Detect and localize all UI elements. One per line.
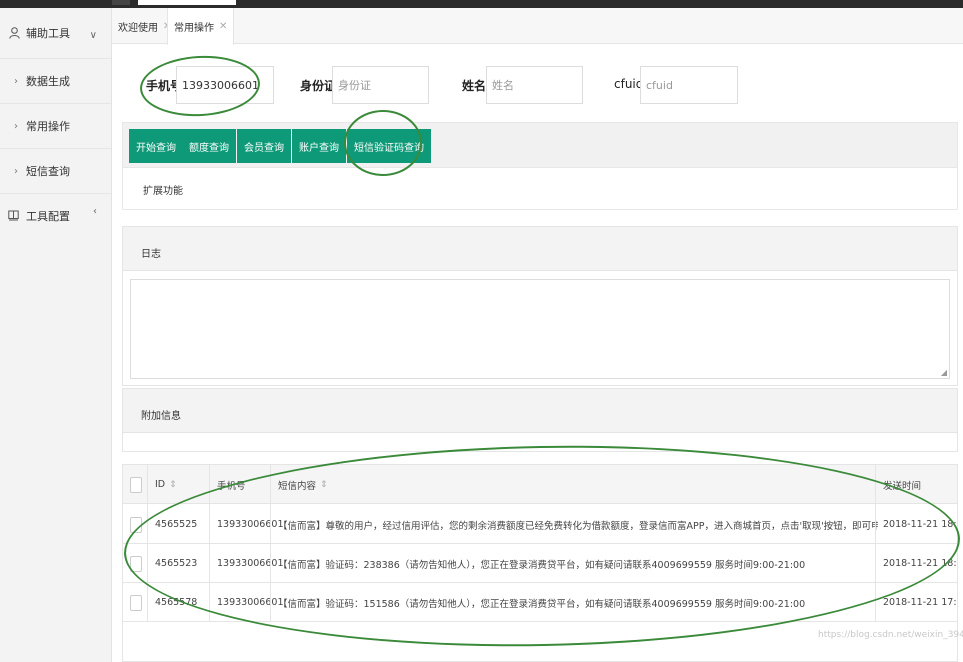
id-card-label: 身份证: [300, 79, 337, 93]
column-header-content[interactable]: 短信内容 ⇕: [278, 465, 328, 504]
chevron-left-icon: ‹: [93, 206, 97, 217]
extension-section: 扩展功能: [122, 168, 958, 210]
close-icon[interactable]: ✕: [219, 21, 227, 32]
column-header-label: 手机号: [217, 480, 246, 492]
name-label: 姓名: [462, 79, 487, 93]
sidebar-group-config[interactable]: 工具配置 ‹: [0, 193, 111, 237]
account-query-button[interactable]: 账户查询: [292, 129, 346, 163]
cell-id: 4565578: [155, 597, 198, 608]
tab-label: 常用操作: [174, 23, 214, 34]
resize-grip-icon[interactable]: ◢: [941, 368, 947, 377]
column-divider: [147, 465, 148, 622]
cell-id: 4565525: [155, 519, 198, 530]
name-input[interactable]: [486, 66, 583, 104]
user-icon: [8, 27, 20, 39]
chevron-right-icon: ›: [14, 120, 18, 132]
log-header: 日志: [123, 227, 957, 271]
cell-content: 【信而富】验证码：151586（请勿告知他人），您正在登录消费贷平台，如有疑问请…: [278, 598, 806, 610]
column-header-time: 发送时间: [883, 465, 921, 504]
log-label: 日志: [141, 249, 161, 260]
chevron-right-icon: ›: [14, 75, 18, 87]
cell-time: 2018-11-21 17:57:...: [883, 597, 957, 608]
phone-input[interactable]: [176, 66, 274, 104]
sort-icon[interactable]: ⇕: [169, 480, 177, 490]
table-row[interactable]: 4565523 13933006601 【信而富】验证码：238386（请勿告知…: [123, 544, 957, 583]
sidebar-group-label: 辅助工具: [26, 27, 70, 40]
sidebar: 辅助工具 ∨ › 数据生成 › 常用操作 › 短信查询 工具配置 ‹: [0, 8, 112, 662]
start-query-button[interactable]: 开始查询: [129, 129, 183, 163]
top-bar-highlight: [138, 0, 236, 5]
column-header-label: 发送时间: [883, 480, 922, 492]
sidebar-group-tools[interactable]: 辅助工具 ∨: [0, 8, 111, 58]
chevron-down-icon: ∨: [89, 30, 97, 41]
table-row[interactable]: 4565578 13933006601 【信而富】验证码：151586（请勿告知…: [123, 583, 957, 622]
top-bar: [0, 0, 963, 8]
sidebar-item-common-ops[interactable]: › 常用操作: [0, 103, 111, 148]
column-header-label: 短信内容: [278, 480, 317, 492]
log-textarea[interactable]: [130, 279, 950, 379]
id-card-input[interactable]: [332, 66, 429, 104]
sidebar-item-sms-query[interactable]: › 短信查询: [0, 148, 111, 193]
column-header-phone: 手机号: [217, 465, 246, 504]
column-divider: [875, 465, 876, 622]
sort-icon[interactable]: ⇕: [320, 480, 328, 490]
action-bar: 开始查询 额度查询 会员查询 账户查询 短信验证码查询: [122, 122, 958, 168]
sidebar-item-label: 短信查询: [26, 165, 70, 178]
watermark-text: https://blog.csdn.net/weixin_3943056: [818, 630, 963, 640]
table-header-row: ID ⇕ 手机号 短信内容 ⇕ 发送时间: [123, 465, 957, 504]
log-panel: 日志 ◢: [122, 226, 958, 386]
cfuid-label: cfuid: [614, 77, 644, 91]
query-form: 手机号 身份证 姓名 cfuid: [122, 58, 960, 114]
cell-content: 【信而富】验证码：238386（请勿告知他人），您正在登录消费贷平台，如有疑问请…: [278, 559, 806, 571]
column-header-label: ID: [155, 479, 166, 490]
sms-code-query-button[interactable]: 短信验证码查询: [347, 129, 431, 163]
cell-phone: 13933006601: [217, 597, 284, 608]
quota-query-button[interactable]: 额度查询: [182, 129, 236, 163]
attach-panel: 附加信息: [122, 388, 958, 452]
extension-label: 扩展功能: [143, 186, 183, 197]
tab-common-ops[interactable]: 常用操作 ✕: [167, 8, 235, 45]
attach-label: 附加信息: [141, 411, 181, 422]
top-bar-tab: [112, 0, 130, 5]
column-divider: [270, 465, 271, 622]
cell-phone: 13933006601: [217, 519, 284, 530]
tab-bar: 欢迎使用 ✕ 常用操作 ✕: [112, 8, 963, 45]
cell-phone: 13933006601: [217, 558, 284, 569]
member-query-button[interactable]: 会员查询: [237, 129, 291, 163]
column-header-id[interactable]: ID ⇕: [155, 465, 177, 504]
book-icon: [8, 210, 20, 222]
select-all-checkbox[interactable]: [130, 465, 142, 504]
cell-time: 2018-11-21 18:05:...: [883, 519, 957, 530]
column-divider: [209, 465, 210, 622]
row-checkbox[interactable]: [130, 544, 142, 583]
attach-header: 附加信息: [123, 389, 957, 433]
cell-id: 4565523: [155, 558, 198, 569]
sidebar-group-label: 工具配置: [26, 209, 70, 223]
tab-label: 欢迎使用: [118, 22, 158, 34]
chevron-right-icon: ›: [14, 165, 18, 177]
table-row[interactable]: 4565525 13933006601 【信而富】尊敬的用户，经过信用评估，您的…: [123, 505, 957, 544]
row-checkbox[interactable]: [130, 505, 142, 544]
sidebar-item-label: 数据生成: [26, 75, 70, 88]
cell-content: 【信而富】尊敬的用户，经过信用评估，您的剩余消费额度已经免费转化为借款额度，登录…: [278, 520, 878, 532]
sidebar-item-label: 常用操作: [26, 120, 70, 133]
row-checkbox[interactable]: [130, 583, 142, 622]
sidebar-item-data-gen[interactable]: › 数据生成: [0, 58, 111, 103]
cell-time: 2018-11-21 18:04:...: [883, 558, 957, 569]
cfuid-input[interactable]: [640, 66, 738, 104]
